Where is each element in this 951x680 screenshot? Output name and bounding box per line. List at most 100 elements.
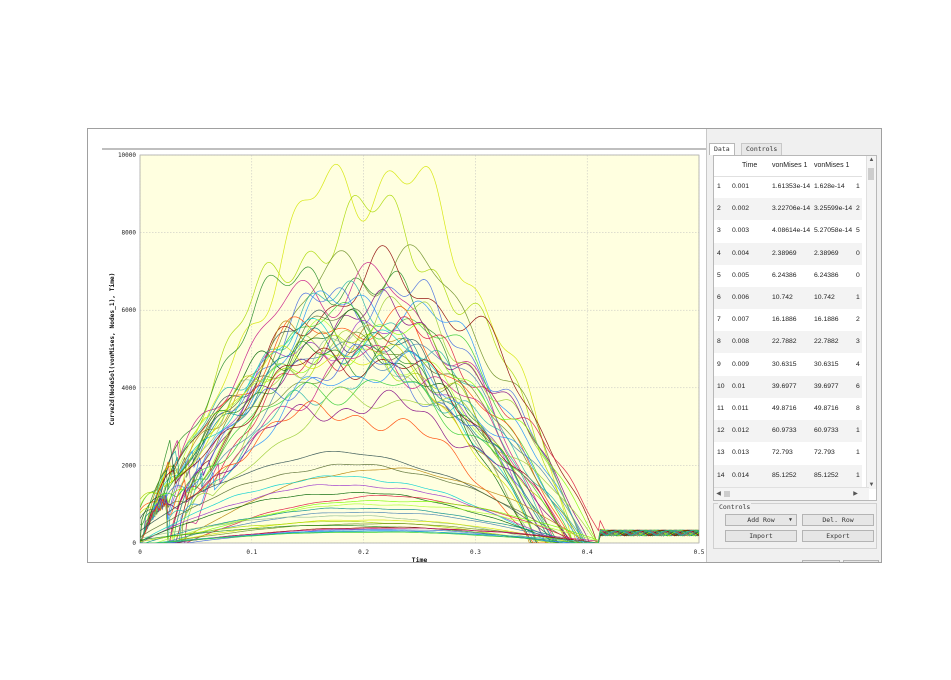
column-header-vonmises-1[interactable]: vonMises 1 [772,156,812,176]
cell-vonmises-2[interactable]: 22.7882 [814,331,856,353]
arrow-left-icon[interactable]: ◀ [714,490,723,497]
cell-vonmises-2[interactable]: 60.9733 [814,420,856,442]
column-header-time[interactable]: Time [742,156,772,176]
cancel-button[interactable] [843,560,879,562]
tab-data[interactable]: Data [709,143,735,155]
cell-vonmises-2[interactable]: 16.1886 [814,309,856,331]
row-index[interactable]: 9 [717,354,729,376]
row-index[interactable]: 11 [717,398,729,420]
table-row[interactable]: 5 0.005 6.24386 6.24386 0 [714,265,862,287]
row-index[interactable]: 4 [717,243,729,265]
row-index[interactable]: 6 [717,287,729,309]
cell-vonmises-2[interactable]: 30.6315 [814,354,856,376]
row-index[interactable]: 14 [717,465,729,487]
cell-vonmises-2[interactable]: 49.8716 [814,398,856,420]
line-chart[interactable]: 0 0.1 0.2 0.3 0.4 0.5 0 2000 4000 6000 8000 10000 Ti… [88,129,706,562]
cell-time[interactable]: 0.003 [732,220,770,242]
row-index[interactable]: 3 [717,220,729,242]
add-row-button[interactable]: Add Row ▼ [725,514,797,526]
cell-time[interactable]: 0.006 [732,287,770,309]
cell-time[interactable]: 0.01 [732,376,770,398]
table-row[interactable]: 6 0.006 10.742 10.742 1 [714,287,862,309]
caret-down-icon[interactable]: ▼ [789,515,792,525]
import-button[interactable]: Import [725,530,797,542]
cell-vonmises-2[interactable]: 6.24386 [814,265,856,287]
cell-vonmises-2[interactable]: 2.38969 [814,243,856,265]
arrow-right-icon[interactable]: ▶ [851,490,860,497]
row-index[interactable]: 12 [717,420,729,442]
vertical-scrollbar[interactable]: ▲ ▼ [866,156,876,489]
cell-time[interactable]: 0.008 [732,331,770,353]
cell-vonmises-1[interactable]: 60.9733 [772,420,814,442]
cell-vonmises-2[interactable]: 3.25599e-14 [814,198,856,220]
cell-vonmises-3[interactable]: 5 [856,220,864,242]
scroll-thumb[interactable] [868,168,874,180]
cell-time[interactable]: 0.004 [732,243,770,265]
cell-vonmises-3[interactable]: 1 [856,442,864,464]
table-row[interactable]: 10 0.01 39.6977 39.6977 6 [714,375,864,398]
row-index[interactable]: 2 [717,198,729,220]
cell-vonmises-2[interactable]: 10.742 [814,287,856,309]
cell-time[interactable]: 0.013 [732,442,770,464]
row-index[interactable]: 5 [717,265,729,287]
cell-vonmises-3[interactable]: 2 [856,198,864,220]
cell-vonmises-3[interactable]: 0 [856,243,864,265]
table-row[interactable]: 9 0.009 30.6315 30.6315 4 [714,354,862,376]
cell-vonmises-1[interactable]: 39.6977 [772,376,814,398]
cell-vonmises-3[interactable]: 8 [856,398,864,420]
cell-vonmises-3[interactable]: 1 [856,176,864,198]
cell-time[interactable]: 0.012 [732,420,770,442]
cell-vonmises-3[interactable]: 1 [856,420,864,442]
cell-vonmises-3[interactable]: 3 [856,331,864,353]
cell-vonmises-3[interactable]: 1 [856,465,864,487]
cell-vonmises-2[interactable]: 85.1252 [814,465,856,487]
table-row[interactable]: 7 0.007 16.1886 16.1886 2 [714,309,862,331]
cell-vonmises-1[interactable]: 2.38969 [772,243,814,265]
plot-area[interactable]: 0 0.1 0.2 0.3 0.4 0.5 0 2000 4000 6000 8000 10000 Ti… [88,129,706,562]
horizontal-scrollbar[interactable]: ◀ ▶ [714,487,869,500]
cell-time[interactable]: 0.011 [732,398,770,420]
cell-vonmises-1[interactable]: 4.08614e-14 [772,220,814,242]
table-row[interactable]: 13 0.013 72.793 72.793 1 [714,442,862,464]
cell-vonmises-3[interactable]: 6 [856,376,864,398]
table-row[interactable]: 11 0.011 49.8716 49.8716 8 [714,398,862,420]
cell-vonmises-3[interactable]: 2 [856,309,864,331]
cell-vonmises-3[interactable]: 4 [856,354,864,376]
cell-vonmises-3[interactable]: 1 [856,287,864,309]
cell-vonmises-1[interactable]: 22.7882 [772,331,814,353]
cell-time[interactable]: 0.001 [732,176,770,198]
table-row[interactable]: 3 0.003 4.08614e-14 5.27058e-14 5 [714,220,862,242]
cell-vonmises-2[interactable]: 1.628e-14 [814,176,856,198]
cell-vonmises-1[interactable]: 49.8716 [772,398,814,420]
cell-vonmises-3[interactable]: 0 [856,265,864,287]
cell-vonmises-1[interactable]: 10.742 [772,287,814,309]
arrow-up-icon[interactable]: ▲ [867,157,876,163]
ok-button[interactable] [802,560,840,562]
cell-vonmises-2[interactable]: 72.793 [814,442,856,464]
row-index[interactable]: 10 [717,376,729,398]
cell-vonmises-1[interactable]: 6.24386 [772,265,814,287]
cell-vonmises-2[interactable]: 39.6977 [814,376,856,398]
export-button[interactable]: Export [802,530,874,542]
row-index[interactable]: 13 [717,442,729,464]
table-row[interactable]: 8 0.008 22.7882 22.7882 3 [714,331,864,354]
cell-vonmises-1[interactable]: 85.1252 [772,465,814,487]
cell-vonmises-1[interactable]: 1.61353e-14 [772,176,814,198]
row-index[interactable]: 7 [717,309,729,331]
row-index[interactable]: 8 [717,331,729,353]
cell-vonmises-1[interactable]: 3.22706e-14 [772,198,814,220]
cell-vonmises-1[interactable]: 16.1886 [772,309,814,331]
data-table[interactable]: Time vonMises 1 vonMises 1 1 0.001 1.61353… [713,155,877,501]
cell-vonmises-1[interactable]: 72.793 [772,442,814,464]
cell-time[interactable]: 0.007 [732,309,770,331]
column-header-vonmises-2[interactable]: vonMises 1 [814,156,854,176]
cell-vonmises-1[interactable]: 30.6315 [772,354,814,376]
del-row-button[interactable]: Del. Row [802,514,874,526]
tab-controls[interactable]: Controls [741,143,783,155]
table-row[interactable]: 1 0.001 1.61353e-14 1.628e-14 1 [714,176,862,198]
scroll-thumb-horizontal[interactable] [724,491,730,497]
table-row[interactable]: 4 0.004 2.38969 2.38969 0 [714,242,864,265]
table-row[interactable]: 14 0.014 85.1252 85.1252 1 [714,464,864,487]
cell-time[interactable]: 0.002 [732,198,770,220]
cell-time[interactable]: 0.005 [732,265,770,287]
